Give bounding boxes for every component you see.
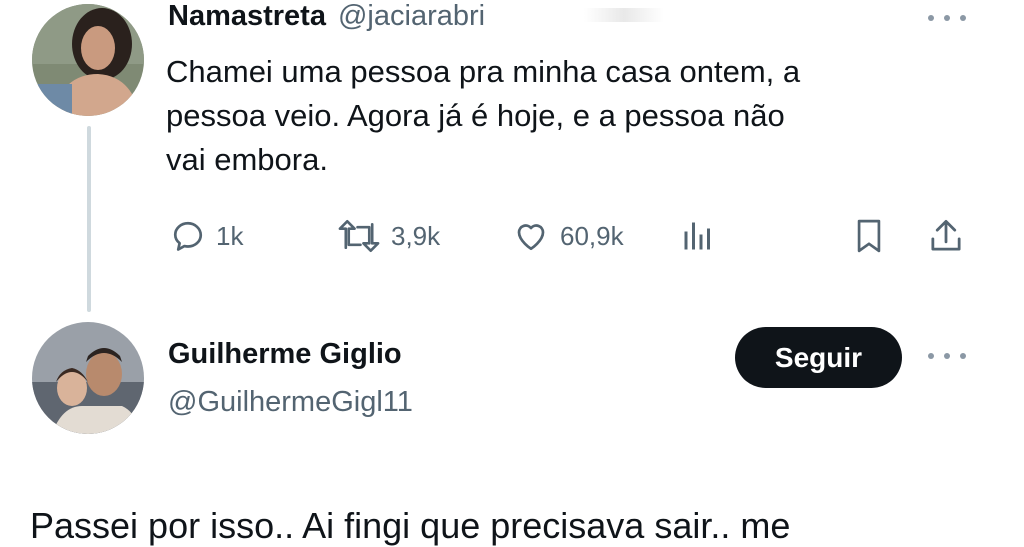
tweet-text: Chamei uma pessoa pra minha casa ontem, … — [166, 50, 966, 182]
like-count: 60,9k — [560, 220, 624, 251]
more-icon[interactable] — [928, 346, 966, 366]
more-icon[interactable] — [928, 8, 966, 28]
bookmark-button[interactable] — [852, 216, 886, 256]
author-avatar[interactable] — [32, 4, 144, 116]
retweet-count: 3,9k — [391, 220, 441, 251]
redaction-mark — [584, 8, 664, 22]
tweet-text-line: vai embora. — [166, 142, 328, 177]
views-button[interactable] — [680, 216, 716, 256]
author-handle[interactable]: @jaciarabri — [338, 0, 485, 33]
avatar-image — [32, 4, 144, 116]
tweet-header: Namastreta @jaciarabri — [168, 0, 485, 33]
avatar-image — [32, 322, 144, 434]
follow-button[interactable]: Seguir — [735, 327, 902, 388]
reply-author-name[interactable]: Guilherme Giglio — [168, 338, 402, 371]
reply-author-avatar[interactable] — [32, 322, 144, 434]
thread-line — [87, 126, 91, 312]
retweet-icon — [338, 220, 380, 252]
share-icon — [931, 219, 961, 251]
author-name[interactable]: Namastreta — [168, 0, 326, 33]
views-icon — [684, 222, 710, 250]
reply-author-handle[interactable]: @GuilhermeGigl11 — [168, 386, 413, 419]
like-icon — [517, 224, 545, 251]
reply-count: 1k — [216, 220, 244, 251]
like-button[interactable]: 60,9k — [512, 216, 624, 256]
reply-text: Passei por isso.. Ai fingi que precisava… — [30, 505, 791, 546]
retweet-button[interactable]: 3,9k — [337, 216, 440, 256]
reply-icon — [173, 221, 203, 251]
tweet-text-line: Chamei uma pessoa pra minha casa ontem, … — [166, 54, 801, 89]
reply-button[interactable]: 1k — [170, 216, 243, 256]
bookmark-icon — [857, 219, 881, 253]
share-button[interactable] — [928, 216, 964, 256]
tweet-text-line: pessoa veio. Agora já é hoje, e a pessoa… — [166, 98, 785, 133]
